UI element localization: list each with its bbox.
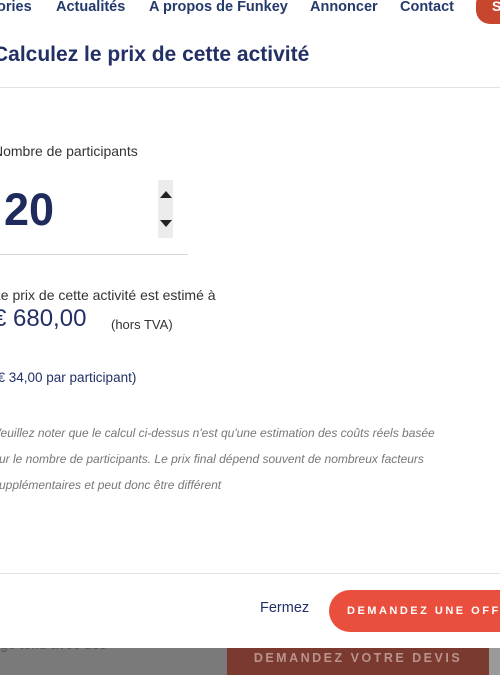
quantity-stepper[interactable]	[158, 180, 173, 238]
price-calculator-modal: Calculez le prix de cette activité Nombr…	[0, 26, 500, 648]
disclaimer-line: supplémentaires et peut donc être différ…	[0, 478, 222, 492]
close-button[interactable]: Fermez	[260, 600, 309, 616]
participants-value[interactable]: 20	[4, 183, 54, 237]
participants-input[interactable]: 20	[0, 179, 188, 255]
disclaimer-line: Veuillez noter que le calcul ci-dessus n…	[0, 426, 435, 440]
estimated-price: € 680,00	[0, 305, 87, 332]
nav-cta-button[interactable]: S	[476, 0, 500, 24]
nav-item-contact[interactable]: Contact	[400, 0, 454, 15]
increment-arrow-icon[interactable]	[159, 191, 172, 198]
per-participant-price: (€ 34,00 par participant)	[0, 370, 137, 385]
nav-item-about[interactable]: A propos de Funkey	[149, 0, 288, 15]
footer-divider	[0, 573, 500, 574]
estimate-label: Le prix de cette activité est estimé à	[0, 287, 216, 303]
decrement-arrow-icon[interactable]	[159, 220, 172, 227]
nav-cta-label: S	[492, 0, 500, 14]
price-vat-note: (hors TVA)	[111, 317, 173, 332]
nav-item-news[interactable]: Actualités	[56, 0, 125, 15]
request-offer-button[interactable]: DEMANDEZ UNE OFFRE	[329, 590, 500, 632]
participants-label: Nombre de participants	[0, 143, 138, 159]
disclaimer: Veuillez noter que le calcul ci-dessus n…	[0, 420, 498, 498]
background-edge	[489, 648, 500, 675]
nav-item-advertise[interactable]: Annoncer	[310, 0, 378, 15]
background-nav: ories Actualités A propos de Funkey Anno…	[0, 0, 500, 26]
modal-title: Calculez le prix de cette activité	[0, 43, 310, 66]
header-divider	[0, 87, 500, 88]
disclaimer-line: sur le nombre de participants. Le prix f…	[0, 452, 424, 466]
nav-item-categories[interactable]: ories	[0, 0, 32, 15]
